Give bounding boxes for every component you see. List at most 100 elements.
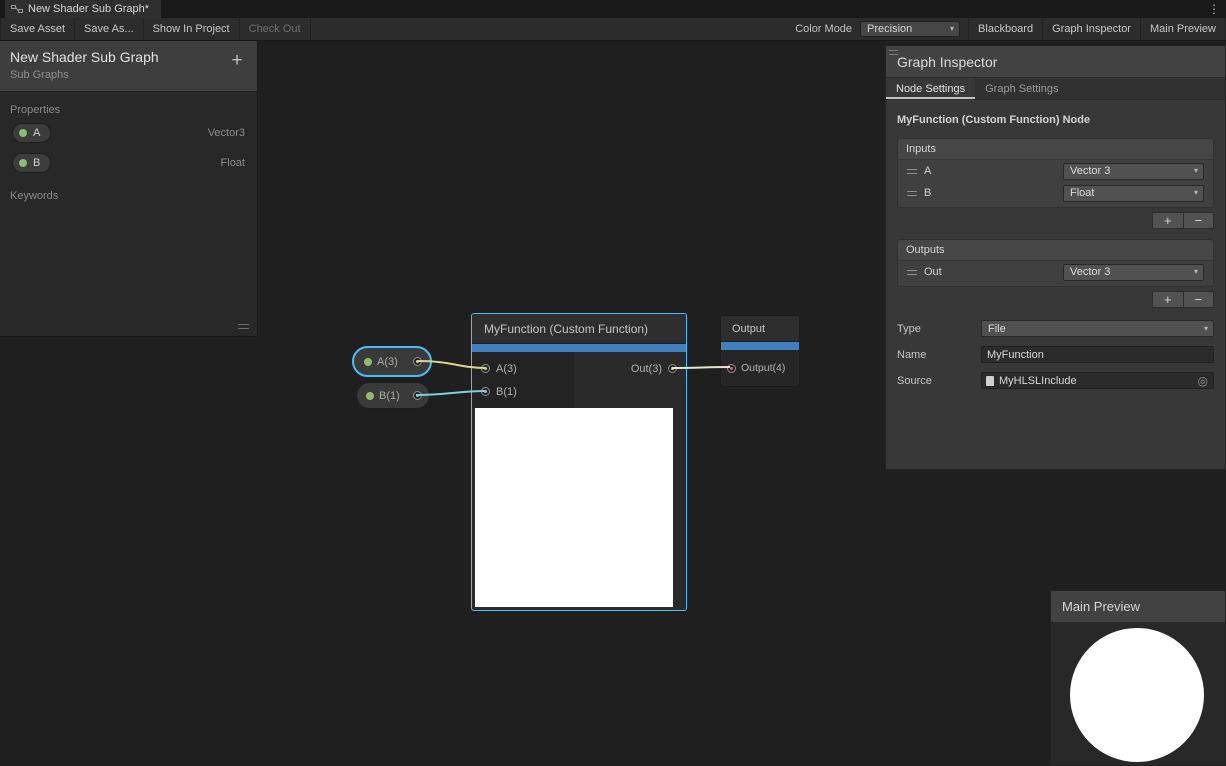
node-color-bar bbox=[472, 344, 686, 352]
add-input-button[interactable]: + bbox=[1153, 213, 1184, 228]
blackboard-property-b-type: Float bbox=[221, 157, 245, 169]
property-node-b-label: B(1) bbox=[379, 390, 400, 402]
file-icon bbox=[986, 376, 994, 386]
output-node[interactable]: Output Output(4) bbox=[720, 315, 800, 387]
property-b-output-port[interactable] bbox=[413, 391, 422, 400]
source-object-name: MyHLSLInclude bbox=[999, 375, 1077, 387]
property-a-output-port[interactable] bbox=[413, 357, 422, 366]
save-asset-button[interactable]: Save Asset bbox=[0, 18, 75, 40]
main-preview-panel: Main Preview bbox=[1050, 590, 1226, 766]
output-row-out[interactable]: Out Vector 3 ▾ bbox=[898, 261, 1213, 283]
property-color-dot-icon bbox=[364, 358, 372, 366]
show-in-project-button[interactable]: Show In Project bbox=[144, 18, 240, 40]
output-port-label: Out(3) bbox=[631, 363, 662, 375]
source-object-field[interactable]: MyHLSLInclude ◎ bbox=[981, 372, 1214, 389]
graph-inspector-panel: Graph Inspector Node Settings Graph Sett… bbox=[885, 45, 1226, 470]
blackboard-property-a-name: A bbox=[33, 127, 40, 139]
chevron-down-icon: ▾ bbox=[950, 25, 954, 33]
port-dot-icon bbox=[484, 367, 487, 370]
color-mode-value: Precision bbox=[867, 23, 912, 35]
blackboard-property-b-name: B bbox=[33, 157, 40, 169]
color-mode-dropdown[interactable]: Precision ▾ bbox=[860, 21, 960, 37]
input-row-b[interactable]: B Float ▾ bbox=[898, 182, 1213, 204]
resize-handle[interactable] bbox=[889, 50, 898, 55]
source-label: Source bbox=[897, 375, 981, 387]
shader-graph-icon bbox=[11, 3, 23, 15]
type-dropdown[interactable]: File ▾ bbox=[981, 320, 1214, 337]
port-dot-icon bbox=[484, 390, 487, 393]
preview-sphere bbox=[1070, 628, 1204, 762]
drag-handle-icon[interactable] bbox=[907, 270, 917, 275]
custom-function-node[interactable]: MyFunction (Custom Function) A(3) B(1) O… bbox=[471, 313, 687, 611]
check-out-button: Check Out bbox=[240, 18, 311, 40]
chevron-down-icon: ▾ bbox=[1194, 189, 1198, 197]
output-node-input-port[interactable] bbox=[727, 364, 736, 373]
blackboard-property-a-type: Vector3 bbox=[208, 127, 245, 139]
node-color-bar bbox=[721, 342, 799, 350]
graph-inspector-title: Graph Inspector bbox=[897, 54, 997, 70]
input-port-a-label: A(3) bbox=[496, 363, 517, 375]
blackboard-property-row: B Float bbox=[0, 148, 257, 178]
main-preview-viewport[interactable] bbox=[1051, 623, 1225, 765]
outputs-list-header: Outputs bbox=[898, 240, 1213, 261]
object-picker-icon[interactable]: ◎ bbox=[1198, 374, 1208, 388]
dropdown-value: File bbox=[988, 323, 1006, 335]
remove-output-button[interactable]: − bbox=[1184, 292, 1214, 307]
remove-input-button[interactable]: − bbox=[1184, 213, 1214, 228]
main-preview-toggle-button[interactable]: Main Preview bbox=[1141, 18, 1226, 40]
blackboard-property-b[interactable]: B bbox=[12, 153, 51, 173]
blackboard-subtitle: Sub Graphs bbox=[10, 69, 247, 81]
blackboard-toggle-button[interactable]: Blackboard bbox=[968, 18, 1043, 40]
name-field[interactable] bbox=[981, 346, 1214, 363]
toolbar-right-group: Color Mode Precision ▾ Blackboard Graph … bbox=[787, 18, 1226, 40]
custom-function-node-title: MyFunction (Custom Function) bbox=[472, 314, 686, 344]
property-color-dot-icon bbox=[19, 129, 27, 137]
drag-handle-icon[interactable] bbox=[907, 191, 917, 196]
chevron-down-icon: ▾ bbox=[1194, 167, 1198, 175]
input-b-type-dropdown[interactable]: Float ▾ bbox=[1063, 185, 1204, 202]
resize-handle[interactable] bbox=[238, 324, 249, 329]
property-color-dot-icon bbox=[19, 159, 27, 167]
tab-node-settings[interactable]: Node Settings bbox=[886, 78, 975, 99]
node-port-section: A(3) B(1) Out(3) bbox=[472, 352, 686, 408]
input-b-name: B bbox=[924, 187, 931, 199]
input-row-a[interactable]: A Vector 3 ▾ bbox=[898, 160, 1213, 182]
output-node-title: Output bbox=[721, 316, 799, 342]
toolbar: Save Asset Save As... Show In Project Ch… bbox=[0, 18, 1226, 41]
output-port-out[interactable] bbox=[668, 364, 677, 373]
output-out-type-dropdown[interactable]: Vector 3 ▾ bbox=[1063, 264, 1204, 281]
properties-section-label: Properties bbox=[0, 92, 257, 118]
dropdown-value: Float bbox=[1070, 187, 1094, 199]
graph-inspector-toggle-button[interactable]: Graph Inspector bbox=[1043, 18, 1141, 40]
blackboard-panel: New Shader Sub Graph Sub Graphs + Proper… bbox=[0, 41, 258, 337]
input-port-a[interactable] bbox=[481, 364, 490, 373]
property-node-a[interactable]: A(3) bbox=[352, 346, 432, 377]
property-color-dot-icon bbox=[366, 392, 374, 400]
tab-graph-settings[interactable]: Graph Settings bbox=[975, 78, 1068, 99]
drag-handle-icon[interactable] bbox=[907, 169, 917, 174]
document-tab[interactable]: New Shader Sub Graph* bbox=[5, 0, 161, 18]
window-title-bar: New Shader Sub Graph* ⋮ bbox=[0, 0, 1226, 18]
property-node-b[interactable]: B(1) bbox=[356, 382, 430, 409]
outputs-list-footer: + − bbox=[897, 291, 1214, 308]
dropdown-value: Vector 3 bbox=[1070, 266, 1110, 278]
chevron-down-icon: ▾ bbox=[1204, 325, 1208, 333]
color-mode-label: Color Mode bbox=[787, 18, 860, 40]
window-menu-icon[interactable]: ⋮ bbox=[1208, 2, 1220, 16]
main-preview-title: Main Preview bbox=[1051, 591, 1225, 623]
node-output-column: Out(3) bbox=[574, 352, 686, 408]
inputs-list: Inputs A Vector 3 ▾ B Float ▾ bbox=[897, 138, 1214, 208]
inputs-add-remove-group: + − bbox=[1152, 212, 1214, 229]
add-output-button[interactable]: + bbox=[1153, 292, 1184, 307]
outputs-add-remove-group: + − bbox=[1152, 291, 1214, 308]
source-field-row: Source MyHLSLInclude ◎ bbox=[897, 370, 1214, 391]
blackboard-property-a[interactable]: A bbox=[12, 123, 51, 143]
add-property-button[interactable]: + bbox=[227, 50, 247, 72]
inspected-node-title: MyFunction (Custom Function) Node bbox=[886, 100, 1225, 138]
input-port-b[interactable] bbox=[481, 387, 490, 396]
input-a-type-dropdown[interactable]: Vector 3 ▾ bbox=[1063, 163, 1204, 180]
port-dot-icon bbox=[416, 394, 419, 397]
blackboard-header: New Shader Sub Graph Sub Graphs + bbox=[0, 41, 257, 92]
save-as-button[interactable]: Save As... bbox=[75, 18, 144, 40]
port-dot-icon bbox=[730, 367, 733, 370]
